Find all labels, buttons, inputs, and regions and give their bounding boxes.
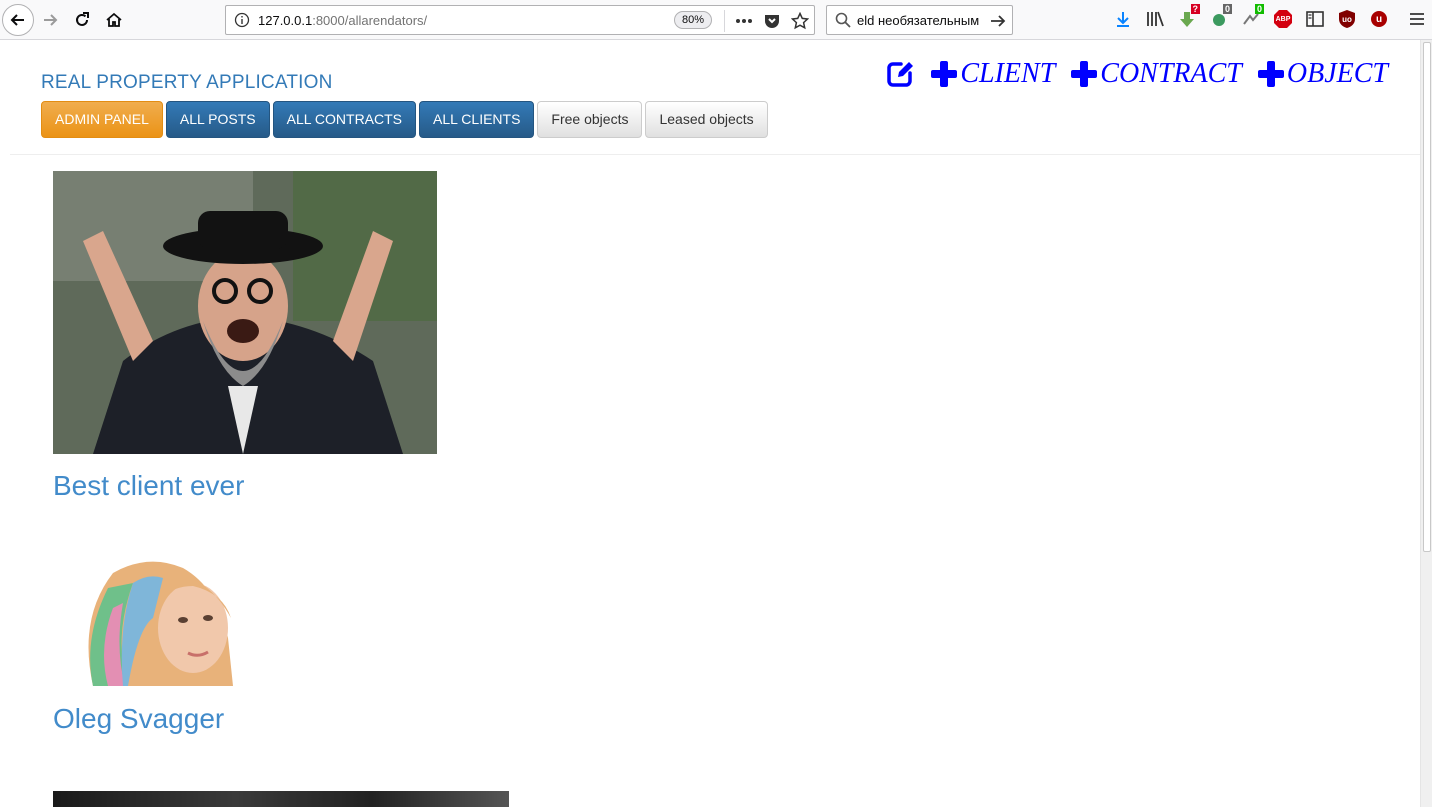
home-button[interactable] (100, 6, 128, 34)
arrow-right-icon (44, 14, 58, 26)
ublock-label: uo (1342, 14, 1352, 24)
bookmark-star-icon[interactable] (790, 11, 810, 31)
plus-icon (1070, 60, 1098, 88)
client-photo-man[interactable] (53, 171, 437, 454)
quick-actions: CLIENT CONTRACT OBJECT (885, 58, 1388, 90)
reload-button[interactable] (68, 6, 96, 34)
zoom-level-badge[interactable]: 80% (674, 11, 712, 29)
downloads-icon[interactable] (1112, 8, 1134, 30)
search-input[interactable]: eld необязательным (857, 13, 979, 28)
sidebar-icon[interactable] (1304, 8, 1326, 30)
ublock-red-icon[interactable]: u (1368, 8, 1390, 30)
ublock-icon[interactable]: uo (1336, 8, 1358, 30)
all-contracts-button[interactable]: ALL CONTRACTS (272, 101, 417, 138)
page-actions-icon[interactable] (734, 11, 754, 31)
url-separator (724, 10, 725, 32)
url-bar[interactable]: 127.0.0.1:8000/allarendators/ 80% (225, 5, 815, 35)
add-client-link[interactable]: CLIENT (930, 58, 1055, 90)
add-object-label: OBJECT (1286, 58, 1388, 89)
search-go-icon[interactable] (990, 13, 1006, 29)
free-objects-button[interactable]: Free objects (537, 101, 643, 138)
add-client-label: CLIENT (960, 58, 1056, 89)
arrow-left-icon (10, 14, 24, 26)
url-text[interactable]: 127.0.0.1:8000/allarendators/ (258, 13, 427, 28)
adblock-label: ABP (1275, 15, 1291, 23)
header-divider (10, 154, 1420, 155)
ublock-red-label: u (1375, 13, 1383, 25)
adblock-icon[interactable]: ABP (1272, 8, 1294, 30)
admin-panel-button[interactable]: ADMIN PANEL (41, 101, 163, 138)
client-name-link[interactable]: Best client ever (53, 470, 244, 502)
client-name-link[interactable]: Oleg Svagger (53, 703, 224, 735)
home-icon (106, 12, 122, 27)
extension-three-badge: 0 (1254, 4, 1264, 14)
back-button[interactable] (2, 4, 34, 36)
info-icon[interactable] (234, 12, 250, 28)
leased-objects-button[interactable]: Leased objects (645, 101, 768, 138)
reload-icon (76, 12, 89, 26)
client-photo-dark[interactable] (53, 791, 509, 807)
add-contract-link[interactable]: CONTRACT (1070, 58, 1242, 90)
add-contract-label: CONTRACT (1100, 58, 1242, 89)
scrollbar-track[interactable] (1420, 40, 1432, 807)
browser-toolbar: 127.0.0.1:8000/allarendators/ 80% eld не… (0, 0, 1432, 40)
plus-icon (1257, 60, 1285, 88)
forward-button[interactable] (36, 6, 64, 34)
menu-icon[interactable] (1406, 8, 1428, 30)
pocket-icon[interactable] (762, 11, 782, 31)
all-clients-button[interactable]: ALL CLIENTS (419, 101, 535, 138)
download-helper-icon[interactable]: ? (1176, 4, 1200, 30)
client-photo-woman[interactable] (53, 558, 305, 686)
download-helper-badge: ? (1190, 4, 1200, 14)
nav-button-row: ADMIN PANEL ALL POSTS ALL CONTRACTS ALL … (41, 101, 768, 138)
extension-two-badge: 0 (1222, 4, 1232, 14)
add-object-link[interactable]: OBJECT (1257, 58, 1388, 90)
scrollbar-thumb[interactable] (1423, 42, 1431, 552)
all-posts-button[interactable]: ALL POSTS (165, 101, 270, 138)
edit-icon[interactable] (885, 59, 915, 89)
plus-icon (930, 60, 958, 88)
app-title[interactable]: REAL PROPERTY APPLICATION (41, 72, 333, 94)
search-bar[interactable]: eld необязательным (826, 5, 1013, 35)
extension-two-icon[interactable]: 0 (1208, 4, 1232, 30)
library-icon[interactable] (1144, 8, 1166, 30)
extension-three-icon[interactable]: 0 (1240, 4, 1264, 30)
search-icon (835, 12, 851, 28)
